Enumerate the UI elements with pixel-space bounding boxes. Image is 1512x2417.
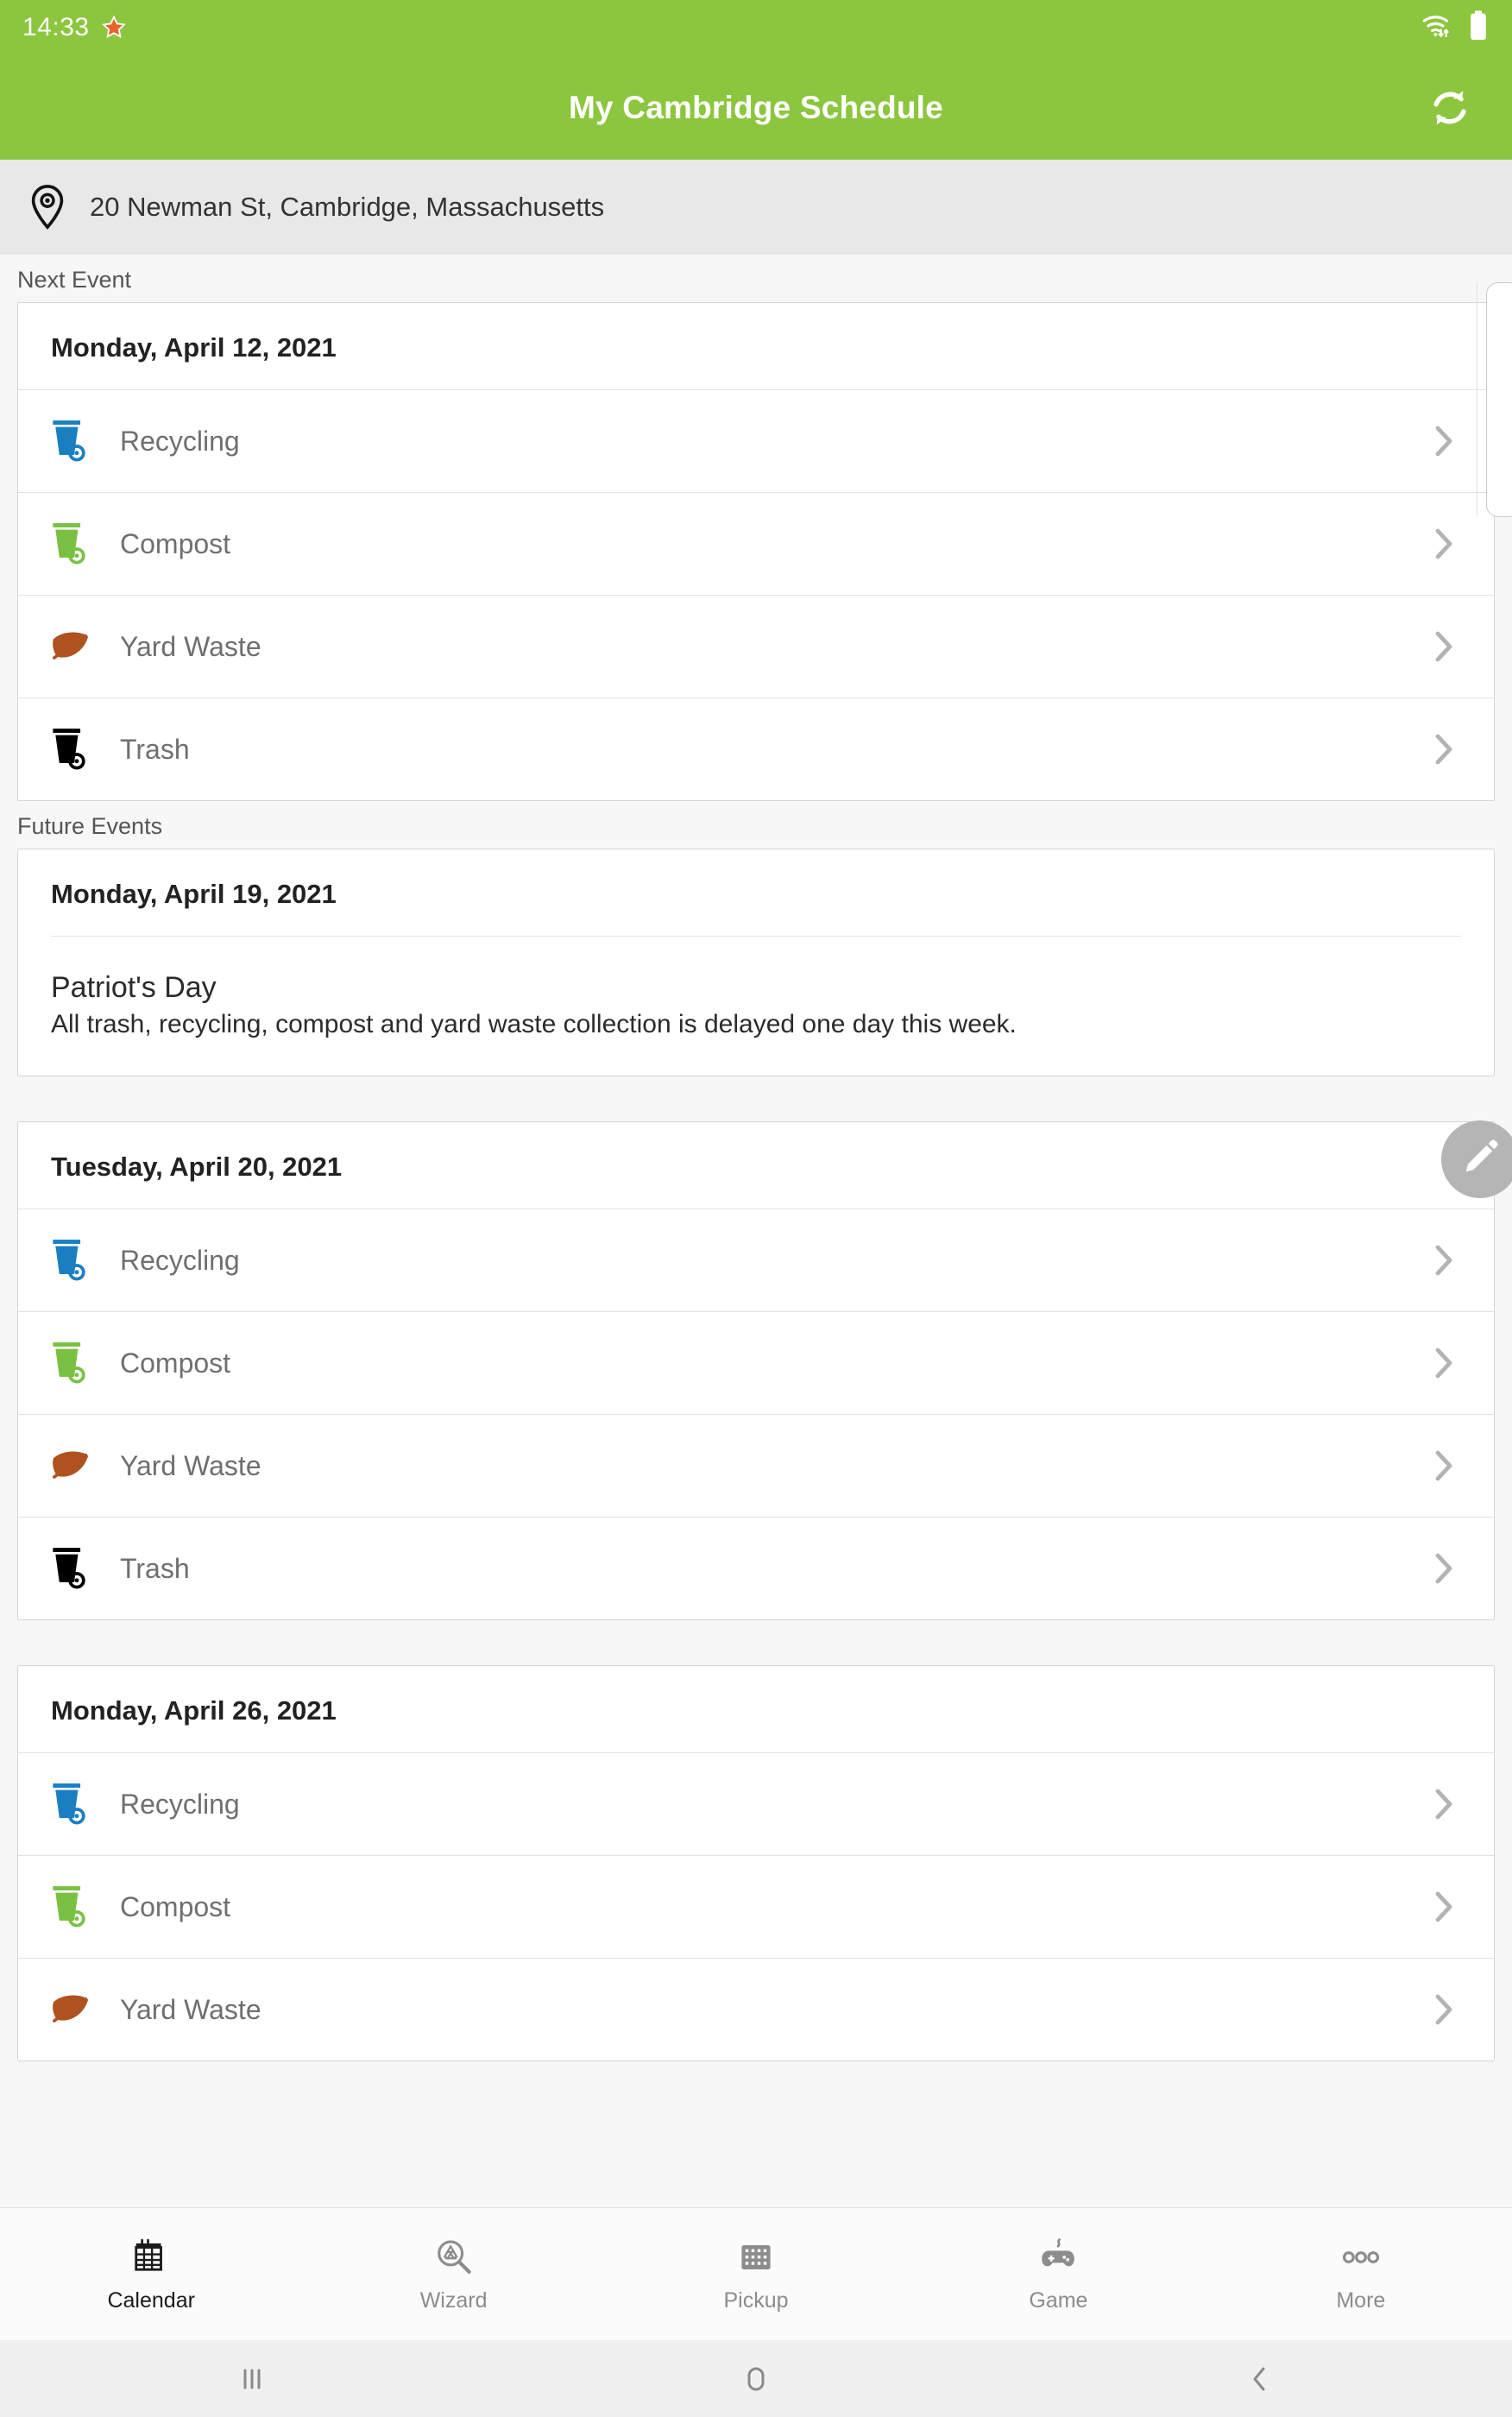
schedule-row[interactable]: Trash — [18, 697, 1494, 800]
schedule-row-label: Compost — [120, 1347, 231, 1379]
tab-wizard[interactable]: Wizard — [302, 2235, 604, 2313]
card-spacer — [0, 1076, 1512, 1121]
android-system-nav — [0, 2340, 1512, 2417]
section-label-next-event: Next Event — [17, 267, 132, 293]
schedule-row[interactable]: Compost — [18, 492, 1494, 595]
schedule-row[interactable]: Yard Waste — [18, 1414, 1494, 1517]
chevron-right-icon[interactable] — [1427, 1989, 1461, 2030]
home-icon[interactable] — [504, 2362, 1008, 2396]
chevron-right-icon[interactable] — [1427, 1445, 1461, 1486]
chevron-right-icon[interactable] — [1427, 420, 1461, 462]
star-icon — [101, 16, 126, 40]
leaf-icon — [49, 1446, 101, 1486]
schedule-row-label: Trash — [120, 1552, 190, 1584]
recycling-bin-icon — [49, 417, 101, 465]
chevron-right-icon[interactable] — [1427, 1783, 1461, 1825]
app-root: 14:33 My Cambridge Schedule 20 Newman St… — [0, 0, 1512, 2417]
holiday-notice: Patriot's Day All trash, recycling, compo… — [18, 937, 1494, 1076]
address-text: 20 Newman St, Cambridge, Massachusetts — [90, 192, 605, 222]
pickup-grid-icon — [738, 2235, 774, 2280]
schedule-row-label: Recycling — [120, 425, 240, 457]
back-icon[interactable] — [1008, 2362, 1512, 2396]
future-event-card: Monday, April 26, 2021 Recycling Compost Ya… — [17, 1665, 1495, 2061]
status-bar-clock: 14:33 — [22, 13, 90, 41]
trash-bin-icon — [49, 725, 101, 773]
offscreen-peek-card[interactable] — [1486, 282, 1512, 517]
card-date: Monday, April 19, 2021 — [51, 879, 337, 909]
schedule-row[interactable]: Recycling — [18, 389, 1494, 492]
tab-label: More — [1336, 2288, 1386, 2313]
edit-fab-button[interactable] — [1441, 1120, 1512, 1198]
battery-icon — [1467, 9, 1490, 47]
tab-label: Pickup — [723, 2288, 789, 2313]
app-bar: My Cambridge Schedule — [0, 55, 1512, 160]
status-bar: 14:33 — [0, 0, 1512, 55]
next-event-rows: Recycling Compost Yard Waste Trash — [18, 389, 1494, 800]
future-event-card: Tuesday, April 20, 2021 Recycling Compost Y… — [17, 1121, 1495, 1620]
schedule-row[interactable]: Compost — [18, 1855, 1494, 1958]
chevron-right-icon[interactable] — [1427, 626, 1461, 667]
schedule-row[interactable]: Yard Waste — [18, 1958, 1494, 2060]
tab-label: Wizard — [419, 2288, 488, 2313]
refresh-icon[interactable] — [1422, 80, 1477, 136]
chevron-right-icon[interactable] — [1427, 1342, 1461, 1384]
schedule-row-label: Trash — [120, 733, 190, 765]
schedule-row[interactable]: Trash — [18, 1517, 1494, 1619]
schedule-row[interactable]: Recycling — [18, 1752, 1494, 1855]
chevron-right-icon[interactable] — [1427, 729, 1461, 770]
chevron-right-icon[interactable] — [1427, 1240, 1461, 1281]
future-event-card: Monday, April 19, 2021 Patriot's Day All t… — [17, 849, 1495, 1076]
gamepad-icon — [1037, 2235, 1079, 2280]
tab-label: Game — [1029, 2288, 1088, 2313]
location-pin-icon — [24, 184, 71, 230]
address-bar[interactable]: 20 Newman St, Cambridge, Massachusetts — [0, 160, 1512, 255]
tab-label: Calendar — [107, 2288, 195, 2313]
recents-icon[interactable] — [0, 2362, 504, 2396]
card-date: Tuesday, April 20, 2021 — [51, 1152, 343, 1182]
more-dots-icon — [1341, 2235, 1381, 2280]
compost-bin-icon — [49, 1883, 101, 1931]
next-event-card: Monday, April 12, 2021 Recycling Compost Y… — [17, 302, 1495, 801]
leaf-icon — [49, 627, 101, 666]
page-title: My Cambridge Schedule — [569, 89, 943, 125]
schedule-row-label: Compost — [120, 527, 231, 559]
recycling-bin-icon — [49, 1236, 101, 1284]
schedule-row-label: Yard Waste — [120, 1449, 261, 1481]
schedule-row[interactable]: Recycling — [18, 1208, 1494, 1311]
pencil-edit-icon — [1458, 1135, 1503, 1184]
compost-bin-icon — [49, 520, 101, 568]
chevron-right-icon[interactable] — [1427, 1548, 1461, 1589]
card-date: Monday, April 12, 2021 — [51, 332, 337, 363]
schedule-row-label: Recycling — [120, 1244, 240, 1276]
schedule-scroll-area[interactable]: Next Event Monday, April 12, 2021 Recycl… — [0, 255, 1512, 2207]
holiday-notice-body: All trash, recycling, compost and yard w… — [51, 1010, 1017, 1038]
holiday-notice-title: Patriot's Day — [51, 971, 217, 1004]
recycle-search-icon — [434, 2235, 474, 2280]
compost-bin-icon — [49, 1339, 101, 1387]
tab-more[interactable]: More — [1210, 2235, 1512, 2313]
status-bar-indicators — [1421, 9, 1490, 47]
trash-bin-icon — [49, 1544, 101, 1593]
card-date: Monday, April 26, 2021 — [51, 1695, 337, 1726]
future-events-list: Monday, April 19, 2021 Patriot's Day All t… — [0, 849, 1512, 2061]
schedule-row-label: Compost — [120, 1890, 231, 1922]
bottom-tab-bar: Calendar Wizard Pickup Game More — [0, 2207, 1512, 2340]
recycling-bin-icon — [49, 1780, 101, 1828]
leaf-icon — [49, 1990, 101, 2029]
chevron-right-icon[interactable] — [1427, 1886, 1461, 1928]
schedule-row[interactable]: Yard Waste — [18, 595, 1494, 697]
schedule-row-label: Yard Waste — [120, 1993, 261, 2025]
wifi-icon — [1421, 11, 1455, 45]
tab-calendar[interactable]: Calendar — [0, 2235, 302, 2313]
tab-game[interactable]: Game — [907, 2235, 1209, 2313]
schedule-row-label: Yard Waste — [120, 630, 261, 662]
calendar-icon — [131, 2235, 171, 2280]
chevron-right-icon[interactable] — [1427, 523, 1461, 565]
tab-pickup[interactable]: Pickup — [605, 2235, 907, 2313]
section-label-future-events: Future Events — [17, 813, 163, 839]
schedule-row-label: Recycling — [120, 1788, 240, 1820]
schedule-row[interactable]: Compost — [18, 1311, 1494, 1414]
card-spacer — [0, 1620, 1512, 1665]
